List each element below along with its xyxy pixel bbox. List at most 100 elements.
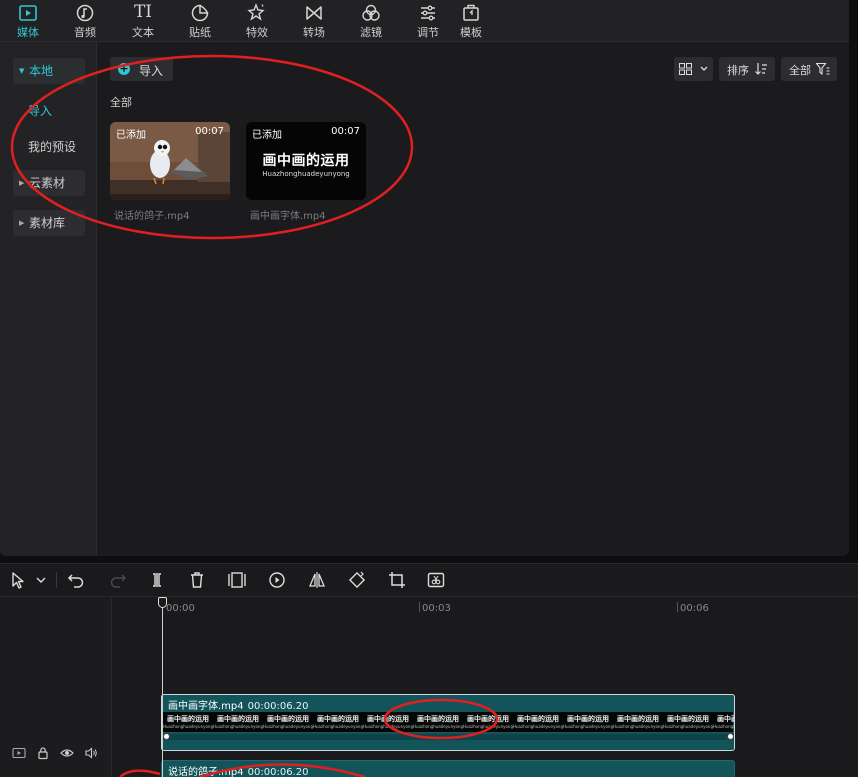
tab-effects[interactable]: 特效 bbox=[230, 0, 284, 42]
sidebar-item-local[interactable]: ▼ 本地 bbox=[13, 58, 85, 84]
frame-subtitle: Huazhonghuadeyunyong bbox=[513, 724, 563, 729]
split-icon[interactable] bbox=[147, 570, 167, 590]
frame-title: 画中画的运用 bbox=[517, 715, 559, 723]
media-filename: 画中画字体.mp4 bbox=[250, 211, 326, 222]
sidebar-item-presets[interactable]: 我的预设 bbox=[28, 138, 76, 155]
delete-icon[interactable] bbox=[187, 570, 207, 590]
frame-subtitle: Huazhonghuadeyunyong bbox=[563, 724, 613, 729]
clip-frame: 画中画的运用Huazhonghuadeyunyong bbox=[663, 712, 713, 732]
eye-icon[interactable] bbox=[60, 746, 74, 760]
frame-title: 画中画的运用 bbox=[567, 715, 609, 723]
tab-label: 音频 bbox=[74, 26, 96, 39]
clip-duration: 00:00:06.20 bbox=[247, 767, 309, 777]
redo-icon[interactable] bbox=[108, 570, 128, 590]
frame-title: 画中画的运用 bbox=[667, 715, 709, 723]
tab-audio[interactable]: 音频 bbox=[58, 0, 112, 42]
filter-funnel-icon bbox=[816, 63, 830, 75]
video-clip[interactable]: 画中画字体.mp4 00:00:06.20 画中画的运用 Huazhonghuade… bbox=[161, 694, 735, 751]
clip-frame: 画中画的运用Huazhonghuadeyunyong bbox=[713, 712, 734, 732]
media-duration: 00:07 bbox=[195, 126, 224, 137]
tab-label: 滤镜 bbox=[360, 26, 382, 39]
playhead-handle[interactable] bbox=[158, 597, 167, 608]
playhead[interactable] bbox=[162, 598, 163, 777]
lock-icon[interactable] bbox=[36, 746, 50, 760]
effects-icon bbox=[247, 3, 265, 21]
reverse-play-icon[interactable] bbox=[267, 570, 287, 590]
video-track-icon bbox=[12, 747, 26, 759]
sidebar-item-label: 本地 bbox=[29, 64, 54, 78]
frame-subtitle: Huazhonghuadeyunyong bbox=[363, 724, 413, 729]
tab-label: 媒体 bbox=[17, 26, 39, 39]
section-label: 全部 bbox=[110, 96, 132, 109]
clip-trim-handle-left[interactable] bbox=[163, 733, 170, 740]
sidebar-item-import[interactable]: 导入 bbox=[28, 102, 52, 119]
undo-icon[interactable] bbox=[66, 570, 86, 590]
rotate-icon[interactable] bbox=[347, 570, 367, 590]
tab-sticker[interactable]: 贴纸 bbox=[173, 0, 227, 42]
frame-title: 画中画的运用 bbox=[367, 715, 409, 723]
mirror-icon[interactable] bbox=[307, 570, 327, 590]
chevron-down-icon bbox=[700, 66, 708, 71]
thumbnail-title-art: 画中画的运用 bbox=[262, 153, 350, 169]
ruler-tick: 00:03 bbox=[422, 603, 451, 614]
freeze-frame-icon[interactable] bbox=[227, 570, 247, 590]
toolbar-divider bbox=[56, 572, 57, 588]
clip-frame: 画中画的运用Huazhonghuadeyunyong bbox=[313, 712, 363, 732]
view-mode-button[interactable] bbox=[674, 57, 713, 81]
sidebar-item-label: 素材库 bbox=[29, 216, 66, 230]
text-icon: TI bbox=[133, 2, 153, 22]
tab-template[interactable]: 模板 bbox=[444, 0, 498, 42]
top-toolbar: 媒体 音频 TI 文本 贴纸 特效 转场 滤镜 调节 模板 bbox=[0, 0, 849, 42]
select-cursor-icon[interactable] bbox=[8, 570, 28, 590]
filter-label: 全部 bbox=[789, 64, 811, 77]
video-clip[interactable]: 说话的鸽子.mp4 00:00:06.20 bbox=[161, 760, 735, 777]
frame-subtitle: Huazhonghuadeyunyong bbox=[213, 724, 263, 729]
ruler-tick: 00:06 bbox=[680, 603, 709, 614]
template-icon bbox=[463, 4, 479, 21]
tab-label: 模板 bbox=[460, 26, 482, 39]
thumbnail-subtitle-art: Huazhonghuadeyunyong bbox=[262, 170, 350, 178]
audio-icon bbox=[76, 4, 94, 22]
tab-filter[interactable]: 滤镜 bbox=[344, 0, 398, 42]
frame-subtitle: Huazhonghuadeyunyong bbox=[613, 724, 663, 729]
clip-duration: 00:00:06.20 bbox=[247, 701, 309, 712]
clip-name: 画中画字体.mp4 bbox=[168, 701, 244, 712]
media-icon bbox=[19, 5, 37, 21]
frame-title: 画中画的运用 bbox=[317, 715, 359, 723]
timeline-panel: 00:00 00:03 00:06 画中画字体.mp4 00:00:06.20 画… bbox=[0, 563, 858, 777]
media-thumbnail[interactable]: 已添加 00:07 画中画的运用 Huazhonghuadeyunyong bbox=[246, 122, 366, 200]
clip-frame: 画中画的运用Huazhonghuadeyunyong bbox=[163, 712, 213, 732]
filter-button[interactable]: 全部 bbox=[781, 57, 837, 81]
media-filename: 说话的鸽子.mp4 bbox=[114, 211, 190, 222]
sidebar-item-library[interactable]: ▶ 素材库 bbox=[13, 210, 85, 236]
tab-media[interactable]: 媒体 bbox=[1, 0, 55, 42]
tab-text[interactable]: TI 文本 bbox=[116, 0, 170, 42]
frame-title: 画中画的运用 bbox=[717, 715, 734, 723]
caret-down-icon: ▼ bbox=[19, 67, 25, 75]
ruler-tick: 00:00 bbox=[166, 603, 195, 614]
frame-title: 画中画的运用 bbox=[167, 715, 209, 723]
volume-icon[interactable] bbox=[84, 746, 98, 760]
import-button[interactable]: + 导入 bbox=[110, 57, 173, 81]
crop-icon[interactable] bbox=[387, 570, 407, 590]
sort-button[interactable]: 排序 bbox=[719, 57, 775, 81]
frame-subtitle: Huazhonghuadeyunyong bbox=[413, 724, 463, 729]
clip-frame: 画中画的运用Huazhonghuadeyunyong bbox=[463, 712, 513, 732]
tab-label: 文本 bbox=[132, 26, 154, 39]
clip-header: 说话的鸽子.mp4 00:00:06.20 bbox=[168, 763, 308, 777]
tab-transition[interactable]: 转场 bbox=[287, 0, 341, 42]
clip-trim-handle-right[interactable] bbox=[727, 733, 734, 740]
caret-right-icon: ▶ bbox=[19, 219, 25, 227]
tab-label: 贴纸 bbox=[189, 26, 211, 39]
transition-icon bbox=[306, 6, 322, 20]
media-thumbnail[interactable]: 已添加 00:07 bbox=[110, 122, 230, 200]
frame-subtitle: Huazhonghuadeyunyong bbox=[163, 724, 213, 729]
frame-subtitle: Huazhonghuadeyunyong bbox=[713, 724, 734, 729]
time-ruler[interactable]: 00:00 00:03 00:06 bbox=[113, 598, 858, 616]
clip-frame: 画中画的运用Huazhonghuadeyunyong bbox=[613, 712, 663, 732]
import-label: 导入 bbox=[139, 64, 164, 78]
smart-cutout-icon[interactable] bbox=[426, 570, 446, 590]
sidebar-item-cloud[interactable]: ▶ 云素材 bbox=[13, 170, 85, 196]
adjust-icon bbox=[421, 5, 435, 21]
chevron-down-icon[interactable] bbox=[31, 570, 51, 590]
